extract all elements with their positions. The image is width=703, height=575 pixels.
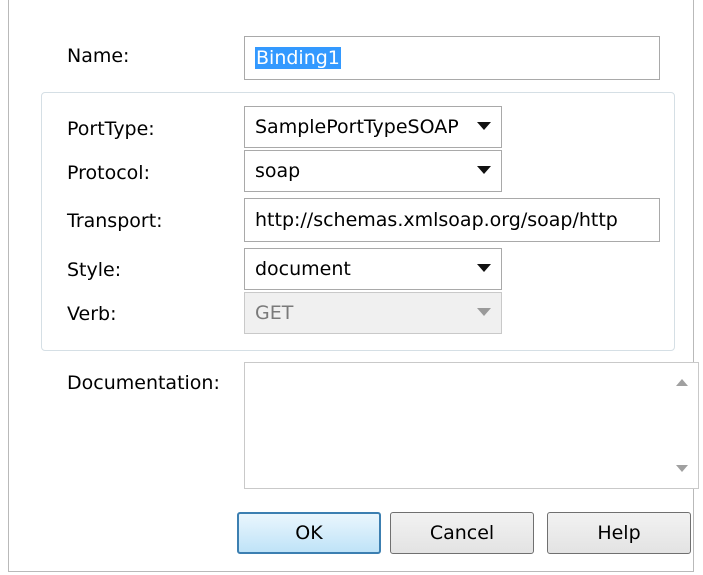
style-label: Style: <box>67 259 122 281</box>
porttype-select[interactable]: SamplePortTypeSOAP <box>244 106 502 148</box>
chevron-down-icon[interactable] <box>477 122 491 130</box>
help-button[interactable]: Help <box>547 512 691 554</box>
name-value: Binding1 <box>255 47 341 69</box>
porttype-label: PortType: <box>67 118 155 140</box>
protocol-select[interactable]: soap <box>244 150 502 192</box>
chevron-down-icon <box>477 308 491 316</box>
verb-select: GET <box>244 292 502 334</box>
name-field[interactable]: Binding1 <box>244 36 660 80</box>
name-label: Name: <box>67 45 130 67</box>
verb-value: GET <box>255 302 294 324</box>
verb-label: Verb: <box>67 303 117 325</box>
transport-value: http://schemas.xmlsoap.org/soap/http <box>255 209 618 231</box>
transport-label: Transport: <box>67 210 163 232</box>
protocol-value: soap <box>255 160 301 182</box>
chevron-down-icon[interactable] <box>477 166 491 174</box>
binding-dialog: Name: Binding1 PortType: SamplePortTypeS… <box>8 0 699 572</box>
documentation-textarea[interactable] <box>244 362 699 489</box>
documentation-label: Documentation: <box>67 372 220 394</box>
porttype-value: SamplePortTypeSOAP <box>255 116 459 138</box>
protocol-label: Protocol: <box>67 162 150 184</box>
style-select[interactable]: document <box>244 248 502 290</box>
transport-field[interactable]: http://schemas.xmlsoap.org/soap/http <box>244 198 660 242</box>
scroll-down-icon[interactable] <box>676 465 688 472</box>
chevron-down-icon[interactable] <box>477 264 491 272</box>
scroll-up-icon[interactable] <box>676 379 688 386</box>
documentation-scrollbar[interactable] <box>664 363 698 488</box>
cancel-button[interactable]: Cancel <box>390 512 534 554</box>
ok-button[interactable]: OK <box>237 512 381 554</box>
style-value: document <box>255 258 351 280</box>
